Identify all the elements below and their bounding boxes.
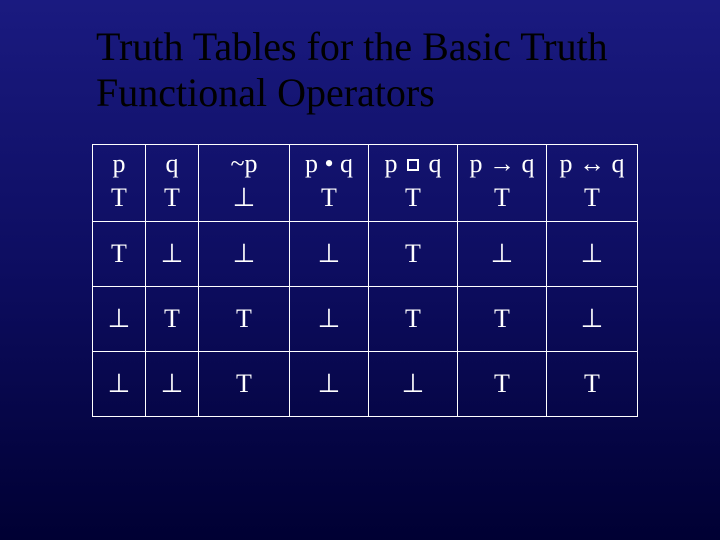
cell: ⊥ (290, 352, 369, 417)
table-row: ⊥ T T ⊥ T T ⊥ (93, 287, 638, 352)
slide: Truth Tables for the Basic Truth Functio… (0, 0, 720, 540)
square-icon (407, 159, 419, 171)
cell: T (458, 352, 547, 417)
header-first-value: T (93, 180, 145, 216)
cell: ⊥ (547, 287, 638, 352)
cell: ⊥ (369, 352, 458, 417)
cell: ⊥ (290, 287, 369, 352)
header-first-value: ⊥ (199, 180, 289, 216)
cell: T (369, 222, 458, 287)
header-label: p ↔ q (547, 150, 637, 179)
cell: T (146, 287, 199, 352)
header-first-value: T (547, 180, 637, 216)
cell: ⊥ (290, 222, 369, 287)
cell: T (199, 352, 290, 417)
cell: T (458, 287, 547, 352)
table-header-row: p T q T ~p ⊥ p • q T p q T p → q T (93, 145, 638, 222)
cell: T (547, 352, 638, 417)
cell: ⊥ (199, 222, 290, 287)
col-header-or: p q T (369, 145, 458, 222)
cell: T (199, 287, 290, 352)
table-row: T ⊥ ⊥ ⊥ T ⊥ ⊥ (93, 222, 638, 287)
header-label: q (146, 150, 198, 179)
header-first-value: T (369, 180, 457, 216)
cell: ⊥ (146, 222, 199, 287)
header-label: p (93, 150, 145, 179)
cell: ⊥ (93, 287, 146, 352)
header-label: p • q (290, 150, 368, 179)
cell: T (369, 287, 458, 352)
header-first-value: T (146, 180, 198, 216)
header-first-value: T (290, 180, 368, 216)
col-header-bicond: p ↔ q T (547, 145, 638, 222)
cell: ⊥ (547, 222, 638, 287)
col-header-implies: p → q T (458, 145, 547, 222)
cell: ⊥ (458, 222, 547, 287)
truth-table: p T q T ~p ⊥ p • q T p q T p → q T (92, 144, 638, 417)
col-header-q: q T (146, 145, 199, 222)
slide-title: Truth Tables for the Basic Truth Functio… (96, 24, 672, 116)
cell: ⊥ (93, 352, 146, 417)
cell: ⊥ (146, 352, 199, 417)
col-header-not-p: ~p ⊥ (199, 145, 290, 222)
header-label: p q (369, 150, 457, 179)
header-label: ~p (199, 150, 289, 179)
cell: T (93, 222, 146, 287)
col-header-p: p T (93, 145, 146, 222)
header-first-value: T (458, 180, 546, 216)
header-label: p → q (458, 150, 546, 179)
col-header-and: p • q T (290, 145, 369, 222)
table-row: ⊥ ⊥ T ⊥ ⊥ T T (93, 352, 638, 417)
